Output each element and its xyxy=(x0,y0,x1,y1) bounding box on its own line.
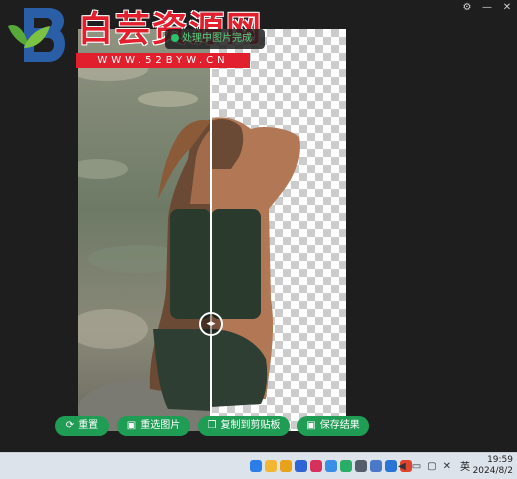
refresh-icon: ⟳ xyxy=(65,420,75,431)
copy-to-clipboard-button[interactable]: ❐ 复制到剪贴板 xyxy=(198,416,290,436)
mute-icon[interactable]: ✕ xyxy=(443,461,451,472)
app-icon-2[interactable] xyxy=(295,460,307,472)
clock-time: 19:59 xyxy=(487,455,513,465)
input-method-indicator[interactable]: 英 xyxy=(460,458,470,473)
image-icon: ▣ xyxy=(126,420,137,431)
copy-to-clipboard-label: 复制到剪贴板 xyxy=(220,420,281,431)
save-result-label: 保存结果 xyxy=(319,420,360,431)
status-badge: 处理中图片完成 xyxy=(165,29,265,49)
wechat-icon[interactable] xyxy=(340,460,352,472)
app-icon-5[interactable] xyxy=(370,460,382,472)
logo xyxy=(8,8,65,62)
compare-divider[interactable] xyxy=(210,29,212,431)
status-dot xyxy=(171,34,179,42)
app-icon-4[interactable] xyxy=(355,460,367,472)
status-text: 处理中图片完成 xyxy=(182,33,252,44)
close-button[interactable]: ✕ xyxy=(497,0,517,14)
watermark-url: WWW.52BYW.CN xyxy=(76,53,250,68)
save-result-button[interactable]: ▣ 保存结果 xyxy=(297,416,369,436)
app-window: ⚙ — ✕ ◂▸ 处理中图片完成 WWW.52BYW.CN ⟳ 重置 ▣ 重选图… xyxy=(0,0,517,447)
tray-icons xyxy=(250,458,412,474)
taskbar: ◀ ▭ ▢ ✕ 英 19:59 2024/8/2 xyxy=(0,452,517,479)
clock[interactable]: 19:59 2024/8/2 xyxy=(473,455,513,477)
window-controls: ⚙ — ✕ xyxy=(457,0,517,14)
cloud-icon[interactable] xyxy=(325,460,337,472)
app-icon-3[interactable] xyxy=(310,460,322,472)
handle-symbol: ◂▸ xyxy=(206,319,216,329)
original-image xyxy=(78,29,211,431)
reset-label: 重置 xyxy=(78,420,99,431)
network-icon[interactable]: ▭ xyxy=(412,461,421,472)
compare-view[interactable]: ◂▸ xyxy=(78,29,346,431)
speaker-icon[interactable]: ◀ xyxy=(398,461,406,472)
left-right-arrows-icon[interactable]: ◂▸ xyxy=(199,312,223,336)
app-icon-6[interactable] xyxy=(385,460,397,472)
action-bar: ⟳ 重置 ▣ 重选图片 ❐ 复制到剪贴板 ▣ 保存结果 xyxy=(0,416,517,436)
reselect-image-button[interactable]: ▣ 重选图片 xyxy=(117,416,190,436)
save-image-icon: ▣ xyxy=(306,420,316,431)
reselect-image-label: 重选图片 xyxy=(140,420,181,431)
result-image xyxy=(211,29,346,431)
display-icon[interactable]: ▢ xyxy=(427,461,436,472)
minimize-button[interactable]: — xyxy=(477,0,497,14)
clock-date: 2024/8/2 xyxy=(472,466,513,476)
app-icon-1[interactable] xyxy=(250,460,262,472)
folder-icon[interactable] xyxy=(265,460,277,472)
system-icons: ◀ ▭ ▢ ✕ xyxy=(398,458,451,474)
shield-icon[interactable] xyxy=(280,460,292,472)
copy-icon: ❐ xyxy=(207,420,217,431)
gear-icon[interactable]: ⚙ xyxy=(457,0,477,14)
reset-button[interactable]: ⟳ 重置 xyxy=(55,416,109,436)
